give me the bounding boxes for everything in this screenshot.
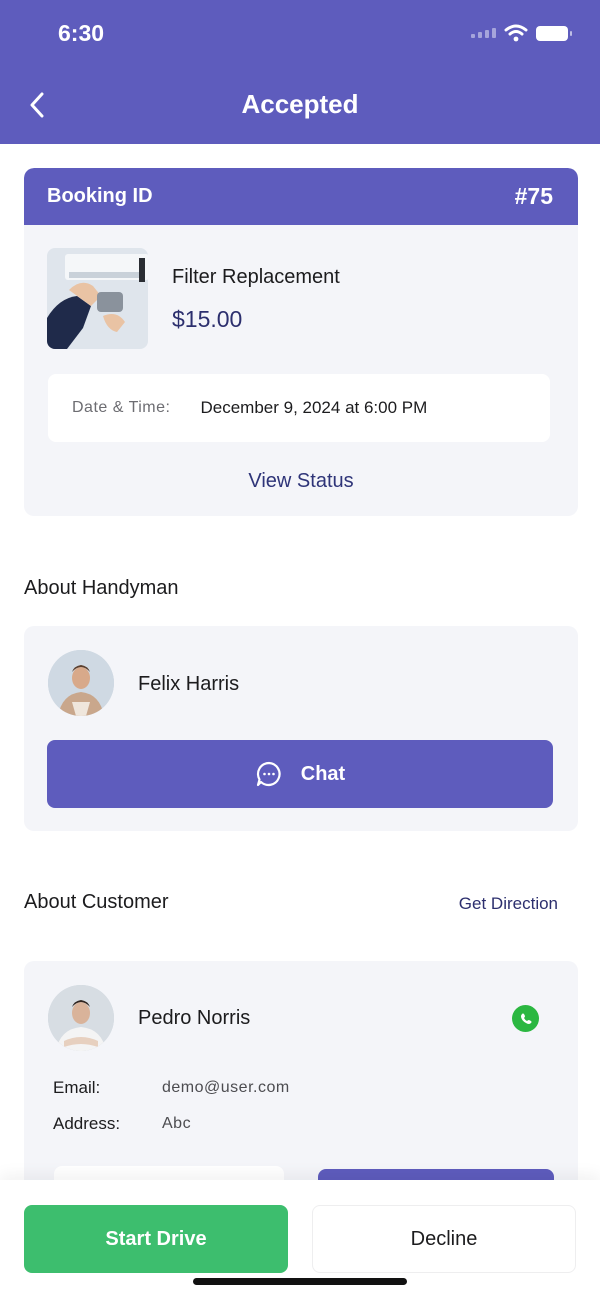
service-image (47, 248, 148, 349)
bottom-action-bar: Start Drive Decline (0, 1180, 600, 1298)
email-label: Email: (53, 1078, 101, 1097)
status-icons (471, 24, 572, 42)
handyman-name: Felix Harris (138, 673, 240, 695)
get-direction-link[interactable]: Get Direction (459, 894, 558, 914)
app-header: 6:30 Accepted (0, 0, 600, 144)
home-indicator (193, 1278, 407, 1285)
start-drive-button[interactable]: Start Drive (24, 1205, 288, 1273)
handyman-section-title: About Handyman (24, 577, 179, 599)
chat-label: Chat (300, 762, 346, 785)
email-value: demo@user.com (162, 1079, 290, 1096)
view-status-link[interactable]: View Status (24, 470, 578, 493)
service-price: $15.00 (172, 306, 243, 332)
customer-section-title: About Customer (24, 891, 169, 913)
page-title: Accepted (241, 89, 359, 119)
booking-id-header: Booking ID #75 (24, 168, 578, 225)
whatsapp-icon[interactable] (512, 1005, 539, 1032)
handyman-card: Felix Harris Chat (24, 626, 578, 831)
datetime-value: December 9, 2024 at 6:00 PM (200, 398, 428, 417)
booking-id-value: #75 (514, 183, 553, 209)
service-name: Filter Replacement (172, 266, 340, 288)
chat-button[interactable]: Chat (47, 740, 553, 808)
chat-bubble-icon (256, 761, 281, 787)
booking-card: Booking ID #75 Filter Replacement $15.00… (24, 168, 578, 516)
datetime-box: Date & Time: December 9, 2024 at 6:00 PM (48, 374, 550, 442)
customer-name: Pedro Norris (138, 1007, 251, 1029)
wifi-icon (504, 24, 528, 42)
signal-icon (471, 28, 496, 38)
status-time: 6:30 (58, 20, 105, 46)
booking-id-label: Booking ID (47, 185, 153, 207)
address-value: Abc (162, 1115, 192, 1132)
handyman-avatar (48, 650, 114, 716)
datetime-label: Date & Time: (72, 399, 171, 416)
battery-icon (536, 25, 572, 41)
decline-button[interactable]: Decline (312, 1205, 576, 1273)
customer-avatar (48, 985, 114, 1051)
address-label: Address: (53, 1114, 121, 1133)
